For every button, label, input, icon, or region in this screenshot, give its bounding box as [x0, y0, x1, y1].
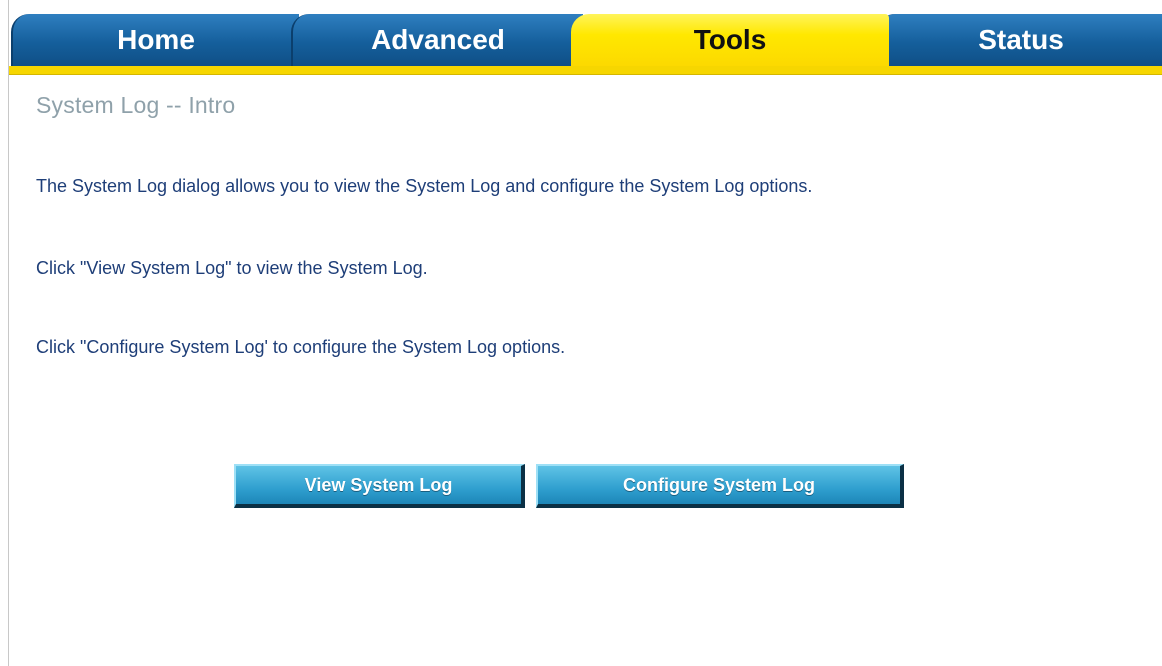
tab-home[interactable]: Home — [11, 14, 299, 66]
tab-advanced[interactable]: Advanced — [291, 14, 583, 66]
tab-status[interactable]: Status — [877, 14, 1162, 66]
configure-system-log-button[interactable]: Configure System Log — [536, 464, 904, 508]
tab-underline-bar — [9, 66, 1162, 75]
tab-home-label: Home — [117, 24, 195, 55]
tab-tools-label: Tools — [693, 24, 767, 55]
configure-log-instruction: Click "Configure System Log' to configur… — [36, 337, 566, 357]
view-system-log-button-label: View System Log — [304, 474, 453, 495]
router-config-page: Home Advanced Status Tools System Log --… — [8, 0, 1162, 666]
tab-advanced-label: Advanced — [371, 24, 505, 55]
tab-status-label: Status — [978, 24, 1064, 55]
main-nav-tabs: Home Advanced Status Tools — [9, 14, 1162, 66]
intro-paragraph: The System Log dialog allows you to view… — [36, 176, 813, 196]
view-system-log-button[interactable]: View System Log — [234, 464, 525, 508]
page-title: System Log -- Intro — [36, 92, 236, 118]
tab-tools[interactable]: Tools — [571, 14, 889, 66]
configure-system-log-button-label: Configure System Log — [622, 474, 815, 495]
view-log-instruction: Click "View System Log" to view the Syst… — [36, 258, 428, 278]
